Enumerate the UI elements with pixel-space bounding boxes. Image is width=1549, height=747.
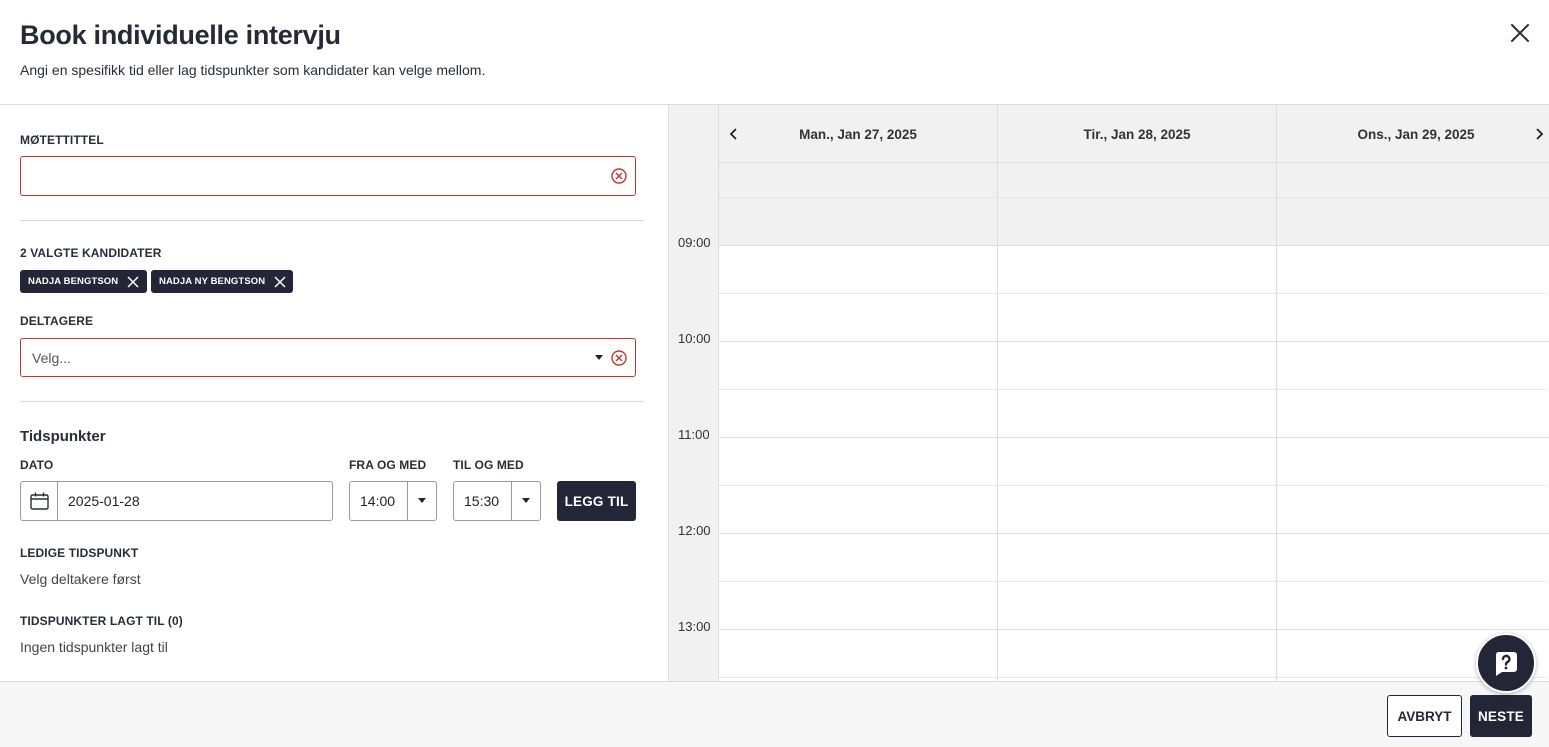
from-label: FRA OG MED — [349, 458, 427, 472]
chevron-left-icon[interactable] — [727, 126, 741, 142]
day-header-label: Ons., Jan 29, 2025 — [1357, 126, 1475, 142]
day-header-label: Man., Jan 27, 2025 — [799, 126, 917, 142]
date-picker[interactable]: 2025-01-28 — [20, 481, 333, 521]
day-column-line — [997, 163, 998, 681]
remove-icon[interactable] — [127, 275, 139, 288]
half-hour-line — [718, 389, 1549, 390]
participants-select[interactable]: Velg... — [20, 338, 636, 377]
day-column-line — [718, 163, 719, 681]
candidates-label: 2 VALGTE KANDIDATER — [20, 246, 162, 260]
from-time-select[interactable]: 14:00 — [349, 481, 437, 521]
dialog-title: Book individuelle intervju — [20, 20, 341, 50]
meeting-title-label: MØTETTITTEL — [20, 133, 104, 147]
calendar-button[interactable] — [21, 482, 58, 520]
from-time-value: 14:00 — [360, 493, 396, 509]
half-hour-line — [718, 197, 1549, 198]
date-label: DATO — [20, 458, 54, 472]
hour-line — [718, 245, 1549, 246]
available-label: LEDIGE TIDSPUNKT — [20, 546, 139, 560]
clear-circle-icon[interactable] — [610, 167, 628, 185]
close-button[interactable] — [1506, 19, 1534, 47]
half-hour-line — [718, 677, 1549, 678]
hour-line — [718, 533, 1549, 534]
clear-circle-icon[interactable] — [610, 349, 628, 367]
divider — [511, 482, 512, 520]
time-label: 12:00 — [678, 523, 711, 538]
hour-line — [718, 629, 1549, 630]
time-label: 11:00 — [678, 427, 710, 442]
help-chat-button[interactable] — [1476, 633, 1536, 693]
day-header: Ons., Jan 29, 2025 — [1276, 105, 1549, 163]
cancel-button[interactable]: AVBRYT — [1387, 695, 1462, 737]
close-icon — [1511, 24, 1529, 42]
to-time-value: 15:30 — [464, 493, 500, 509]
candidate-chip-label: NADJA NY BENGTSON — [159, 276, 266, 287]
add-timeslot-button[interactable]: LEGG TIL — [557, 481, 636, 521]
help-chat-icon — [1495, 652, 1517, 676]
divider — [20, 220, 644, 221]
calendar-header: Man., Jan 27, 2025 Tir., Jan 28, 2025 On… — [718, 105, 1549, 163]
day-header-label: Tir., Jan 28, 2025 — [1083, 126, 1191, 142]
chevron-down-icon — [522, 498, 530, 503]
hour-line — [718, 437, 1549, 438]
candidate-chip-label: NADJA BENGTSON — [28, 276, 119, 287]
candidate-chip[interactable]: NADJA BENGTSON — [20, 270, 147, 293]
added-label: TIDSPUNKTER LAGT TIL (0) — [20, 614, 183, 628]
hour-line — [718, 341, 1549, 342]
candidate-chip[interactable]: NADJA NY BENGTSON — [151, 270, 293, 293]
half-hour-line — [718, 485, 1549, 486]
chevron-down-icon — [418, 498, 426, 503]
half-hour-line — [718, 293, 1549, 294]
day-header: Man., Jan 27, 2025 — [718, 105, 997, 163]
date-value: 2025-01-28 — [68, 493, 140, 509]
time-label: 13:00 — [678, 619, 711, 634]
available-text: Velg deltakere først — [20, 571, 141, 587]
to-label: TIL OG MED — [453, 458, 524, 472]
working-hours-area — [718, 245, 1549, 681]
chevron-down-icon — [595, 355, 603, 360]
next-button[interactable]: NESTE — [1470, 695, 1532, 737]
day-column-line — [1276, 163, 1277, 681]
participants-placeholder: Velg... — [32, 350, 71, 366]
half-hour-line — [718, 581, 1549, 582]
divider — [407, 482, 408, 520]
chevron-right-icon[interactable] — [1532, 126, 1546, 142]
calendar-grid[interactable] — [718, 163, 1549, 681]
dialog-header: Book individuelle intervju Angi en spesi… — [0, 0, 1549, 105]
calendar-panel: Man., Jan 27, 2025 Tir., Jan 28, 2025 On… — [668, 105, 1549, 681]
dialog-footer: AVBRYT NESTE — [0, 681, 1549, 747]
remove-icon[interactable] — [274, 275, 286, 288]
booking-form: MØTETTITTEL 2 VALGTE KANDIDATER NADJA BE… — [0, 105, 668, 681]
to-time-select[interactable]: 15:30 — [453, 481, 541, 521]
time-label: 10:00 — [678, 331, 711, 346]
time-label: 09:00 — [678, 235, 711, 250]
day-header: Tir., Jan 28, 2025 — [997, 105, 1276, 163]
timeslots-title: Tidspunkter — [20, 428, 106, 445]
dialog-subtitle: Angi en spesifikk tid eller lag tidspunk… — [20, 62, 486, 78]
participants-label: DELTAGERE — [20, 314, 94, 328]
calendar-icon — [30, 492, 49, 510]
divider — [20, 401, 644, 402]
added-text: Ingen tidspunkter lagt til — [20, 639, 168, 655]
meeting-title-input[interactable] — [20, 156, 636, 196]
